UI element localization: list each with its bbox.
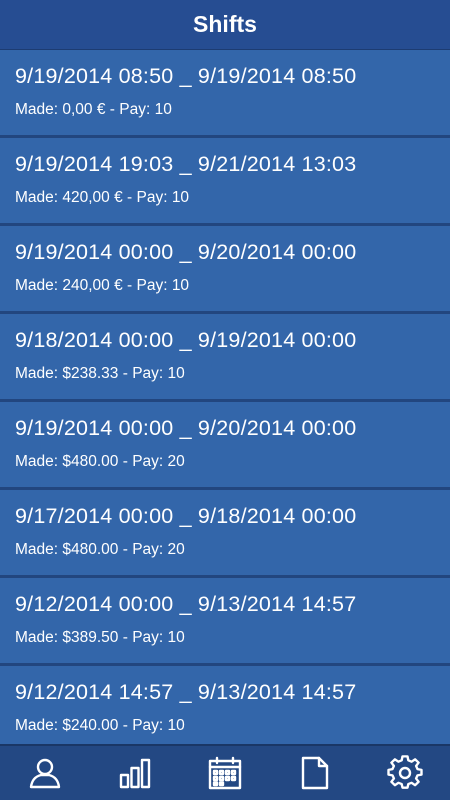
shift-row[interactable]: 9/12/2014 00:00 _ 9/13/2014 14:57 Made: … <box>0 578 450 666</box>
shift-range: 9/19/2014 19:03 _ 9/21/2014 13:03 <box>15 152 357 176</box>
shift-range: 9/12/2014 00:00 _ 9/13/2014 14:57 <box>15 592 357 616</box>
shift-summary: Made: $240.00 - Pay: 10 <box>15 717 185 734</box>
gear-icon <box>387 755 423 789</box>
calendar-icon <box>208 756 242 790</box>
tab-settings[interactable] <box>360 746 450 800</box>
shift-range: 9/18/2014 00:00 _ 9/19/2014 00:00 <box>15 328 357 352</box>
shift-range: 9/19/2014 08:50 _ 9/19/2014 08:50 <box>15 64 357 88</box>
shift-summary: Made: $480.00 - Pay: 20 <box>15 541 185 558</box>
shift-row[interactable]: 9/19/2014 08:50 _ 9/19/2014 08:50 Made: … <box>0 50 450 138</box>
shift-range: 9/19/2014 00:00 _ 9/20/2014 00:00 <box>15 416 357 440</box>
shift-summary: Made: $480.00 - Pay: 20 <box>15 453 185 470</box>
shift-summary: Made: 420,00 € - Pay: 10 <box>15 189 190 206</box>
shift-row[interactable]: 9/17/2014 00:00 _ 9/18/2014 00:00 Made: … <box>0 490 450 578</box>
shift-row[interactable]: 9/18/2014 00:00 _ 9/19/2014 00:00 Made: … <box>0 314 450 402</box>
profile-icon <box>29 758 61 789</box>
bar-chart-icon <box>119 758 151 789</box>
tab-statistics[interactable] <box>90 746 180 800</box>
shift-row[interactable]: 9/12/2014 14:57 _ 9/13/2014 14:57 Made: … <box>0 666 450 744</box>
shift-range: 9/19/2014 00:00 _ 9/20/2014 00:00 <box>15 240 357 264</box>
shift-row[interactable]: 9/19/2014 00:00 _ 9/20/2014 00:00 Made: … <box>0 402 450 490</box>
page-title: Shifts <box>193 11 257 37</box>
shift-row[interactable]: 9/19/2014 00:00 _ 9/20/2014 00:00 Made: … <box>0 226 450 314</box>
shift-range: 9/17/2014 00:00 _ 9/18/2014 00:00 <box>15 504 357 528</box>
bottom-tab-bar <box>0 744 450 800</box>
shift-list[interactable]: 9/19/2014 08:50 _ 9/19/2014 08:50 Made: … <box>0 50 450 744</box>
shift-summary: Made: $238.33 - Pay: 10 <box>15 365 185 382</box>
top-header: Shifts <box>0 0 450 50</box>
tab-reports[interactable] <box>270 746 360 800</box>
document-icon <box>301 756 329 790</box>
shift-summary: Made: $389.50 - Pay: 10 <box>15 629 185 646</box>
tab-profile[interactable] <box>0 746 90 800</box>
shift-range: 9/12/2014 14:57 _ 9/13/2014 14:57 <box>15 680 357 704</box>
shift-row[interactable]: 9/19/2014 19:03 _ 9/21/2014 13:03 Made: … <box>0 138 450 226</box>
tab-calendar[interactable] <box>180 746 270 800</box>
shift-summary: Made: 0,00 € - Pay: 10 <box>15 101 172 118</box>
shift-summary: Made: 240,00 € - Pay: 10 <box>15 277 190 294</box>
